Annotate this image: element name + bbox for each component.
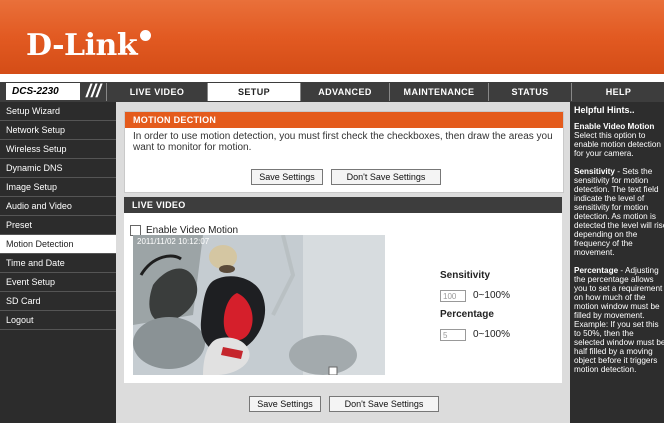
- sidebar-item-dynamic-dns[interactable]: Dynamic DNS: [0, 159, 116, 178]
- panel-title-live-video: LIVE VIDEO: [124, 197, 562, 213]
- help-line: frequency of the: [574, 239, 633, 248]
- help-line: Example: If you set this: [574, 320, 659, 329]
- logo-text: D-Link: [26, 28, 138, 63]
- tab-live-video[interactable]: LIVE VIDEO: [106, 83, 207, 101]
- sensitivity-range: 0~100%: [473, 290, 510, 301]
- panel-title-motion: MOTION DECTION: [125, 112, 563, 128]
- help-heading-sensitivity: Sensitivity - Sets the: [574, 167, 653, 176]
- help-line: sensitivity for motion: [574, 203, 649, 212]
- camera-video-feed[interactable]: 2011/11/02 10:12:07: [133, 235, 385, 375]
- sidebar-item-preset[interactable]: Preset: [0, 216, 116, 235]
- video-frame-image: [133, 235, 385, 375]
- tab-setup[interactable]: SETUP: [207, 83, 300, 101]
- help-line: the percentage allows: [574, 275, 654, 284]
- video-timestamp: 2011/11/02 10:12:07: [137, 237, 210, 246]
- model-label: DCS-2230: [6, 83, 80, 100]
- help-line: depending on the: [574, 230, 638, 239]
- save-settings-button-bottom[interactable]: Save Settings: [249, 396, 321, 412]
- sensitivity-label: Sensitivity: [440, 270, 491, 281]
- sidebar-item-logout[interactable]: Logout: [0, 311, 116, 330]
- sidebar-item-audio-video[interactable]: Audio and Video: [0, 197, 116, 216]
- sidebar-item-time-date[interactable]: Time and Date: [0, 254, 116, 273]
- percentage-range: 0~100%: [473, 329, 510, 340]
- motion-detection-panel: MOTION DECTION In order to use motion de…: [124, 111, 564, 193]
- main-content: MOTION DECTION In order to use motion de…: [116, 102, 570, 423]
- tab-help[interactable]: HELP: [571, 83, 664, 101]
- sidebar: Setup Wizard Network Setup Wireless Setu…: [0, 102, 116, 423]
- help-title: Helpful Hints..: [574, 105, 635, 115]
- header-banner: D-Link: [0, 0, 664, 82]
- help-line: selected window must be: [574, 338, 664, 347]
- sidebar-item-network-setup[interactable]: Network Setup: [0, 121, 116, 140]
- help-line: motion detection.: [574, 365, 637, 374]
- percentage-label: Percentage: [440, 309, 494, 320]
- tab-advanced[interactable]: ADVANCED: [300, 83, 389, 101]
- save-settings-button-top[interactable]: Save Settings: [251, 169, 323, 185]
- help-line: detected the level will rise: [574, 221, 664, 230]
- dlink-logo: D-Link: [26, 28, 152, 63]
- help-line: motion window must be: [574, 302, 660, 311]
- nav-slashes: ///: [86, 81, 102, 101]
- help-line: on how much of the: [574, 293, 646, 302]
- help-panel: Helpful Hints.. Enable Video Motion Sele…: [570, 102, 664, 423]
- percentage-input[interactable]: 5: [440, 329, 466, 341]
- help-line: Select this option to: [574, 131, 646, 140]
- sidebar-item-motion-detection[interactable]: Motion Detection: [0, 235, 116, 254]
- help-line: object before it triggers: [574, 356, 658, 365]
- help-heading-percentage: Percentage - Adjusting: [574, 266, 659, 275]
- help-line: half filled by a moving: [574, 347, 653, 356]
- sidebar-item-image-setup[interactable]: Image Setup: [0, 178, 116, 197]
- tab-status[interactable]: STATUS: [488, 83, 571, 101]
- help-line: detection. The text field: [574, 185, 659, 194]
- sidebar-item-setup-wizard[interactable]: Setup Wizard: [0, 102, 116, 121]
- logo-dot-icon: [140, 30, 152, 41]
- motion-intro-text: In order to use motion detection, you mu…: [133, 131, 553, 153]
- enable-video-motion-checkbox[interactable]: [130, 224, 141, 236]
- help-line: indicate the level of: [574, 194, 645, 203]
- help-line: sensitivity for motion: [574, 176, 649, 185]
- help-heading-enable: Enable Video Motion: [574, 122, 655, 131]
- help-line: you to set a requirement: [574, 284, 663, 293]
- tab-maintenance[interactable]: MAINTENANCE: [389, 83, 488, 101]
- enable-video-motion-label: Enable Video Motion: [146, 224, 239, 236]
- help-line: movement.: [574, 248, 615, 257]
- sidebar-item-event-setup[interactable]: Event Setup: [0, 273, 116, 292]
- help-line: filled by movement.: [574, 311, 645, 320]
- sidebar-item-wireless-setup[interactable]: Wireless Setup: [0, 140, 116, 159]
- dont-save-settings-button-top[interactable]: Don't Save Settings: [331, 169, 441, 185]
- dont-save-settings-button-bottom[interactable]: Don't Save Settings: [329, 396, 439, 412]
- help-line: to 50%, then the: [574, 329, 634, 338]
- sensitivity-input[interactable]: 100: [440, 290, 466, 302]
- sidebar-item-sd-card[interactable]: SD Card: [0, 292, 116, 311]
- help-line: detection. As motion is: [574, 212, 656, 221]
- help-line: for your camera.: [574, 149, 634, 158]
- help-line: enable motion detection: [574, 140, 661, 149]
